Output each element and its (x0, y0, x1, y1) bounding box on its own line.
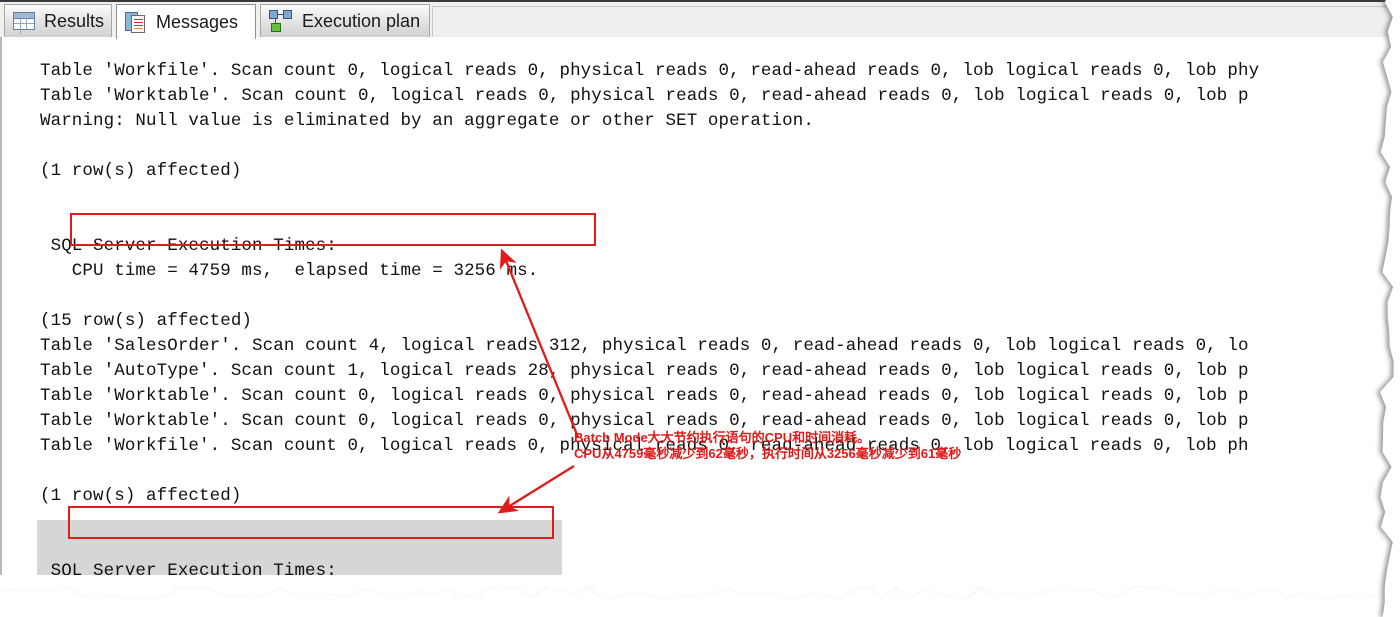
torn-edge-bottom (0, 575, 1400, 599)
messages-output-pane[interactable]: Table 'Workfile'. Scan count 0, logical … (0, 37, 1400, 582)
results-pane-tabstrip: Results Messages Execution plan (0, 0, 1400, 39)
tabstrip-filler (432, 6, 1396, 37)
highlight-box-fast-result (68, 506, 554, 539)
query-plan-icon (269, 10, 293, 32)
highlight-box-slow-result (70, 213, 596, 246)
torn-edge-right (1380, 0, 1400, 617)
annotation-text: Batch Mode大大节约执行语句的CPU和时间消耗。 CPU从4759毫秒减… (574, 430, 961, 462)
tab-results-label: Results (44, 10, 105, 31)
messages-text: Table 'Workfile'. Scan count 0, logical … (40, 60, 1260, 581)
tab-messages-label: Messages (156, 11, 239, 32)
tab-execution-plan-label: Execution plan (302, 10, 421, 31)
tab-execution-plan[interactable]: Execution plan (260, 4, 430, 37)
annotation-line-1: Batch Mode大大节约执行语句的CPU和时间消耗。 (574, 430, 871, 445)
document-icon (125, 11, 147, 33)
annotation-line-2: CPU从4759毫秒减少到62毫秒，执行时间从3256毫秒减少到61毫秒 (574, 446, 962, 461)
ssms-messages-window: Results Messages Execution plan Table 'W… (0, 0, 1400, 617)
tab-results[interactable]: Results (4, 4, 112, 37)
tab-messages[interactable]: Messages (116, 4, 256, 39)
pane-left-border (0, 37, 2, 582)
grid-icon (13, 12, 35, 30)
